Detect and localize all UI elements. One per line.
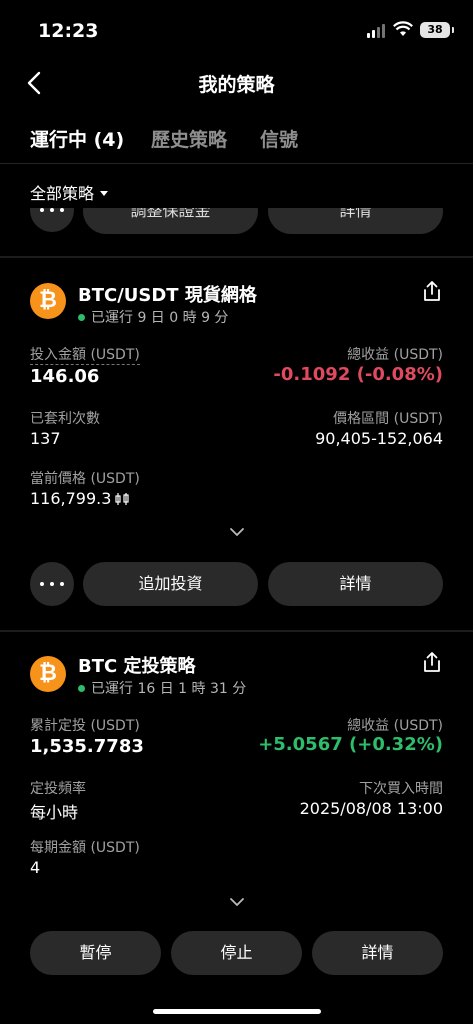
strategy-filter[interactable]: 全部策略 bbox=[30, 180, 109, 204]
profit-label: 總收益 (USDT) bbox=[347, 347, 443, 363]
add-investment-button[interactable]: 追加投資 bbox=[83, 562, 258, 606]
status-dot-icon bbox=[78, 684, 85, 692]
current-price-label: 當前價格 (USDT) bbox=[30, 471, 140, 487]
grid-strategy-card: ₿ BTC/USDT 現貨網格 已運行 9 日 0 時 9 分 投入金額 (US… bbox=[0, 258, 473, 630]
current-price-value: 116,799.3 bbox=[30, 489, 112, 508]
pause-button[interactable]: 暫停 bbox=[30, 931, 161, 975]
frequency-label: 定投頻率 bbox=[30, 781, 86, 797]
invest-label-text[interactable]: 投入金額 (USDT) bbox=[30, 347, 140, 365]
running-duration: 已運行 16 日 1 時 31 分 bbox=[91, 681, 247, 697]
candlestick-icon[interactable] bbox=[114, 491, 130, 507]
profit-label: 總收益 (USDT) bbox=[347, 718, 443, 734]
accumulated-label: 累計定投 (USDT) bbox=[30, 718, 140, 734]
status-time: 12:23 bbox=[38, 20, 99, 42]
running-status: 已運行 9 日 0 時 9 分 bbox=[78, 307, 228, 327]
price-range-value: 90,405-152,064 bbox=[315, 429, 443, 448]
wifi-icon bbox=[393, 21, 413, 36]
tab-bar: 運行中 (4) 歷史策略 信號 bbox=[0, 112, 473, 164]
detail-button[interactable]: 詳情 bbox=[268, 208, 443, 234]
invest-value: 146.06 bbox=[30, 366, 100, 387]
dca-strategy-card: ₿ BTC 定投策略 已運行 16 日 1 時 31 分 累計定投 (USDT)… bbox=[0, 632, 473, 1002]
chevron-down-icon[interactable] bbox=[229, 897, 245, 907]
more-button[interactable] bbox=[30, 208, 74, 232]
frequency-value: 每小時 bbox=[30, 803, 79, 822]
cellular-signal-icon bbox=[367, 24, 387, 38]
per-period-value: 4 bbox=[30, 858, 41, 877]
stop-button[interactable]: 停止 bbox=[171, 931, 302, 975]
tab-signals[interactable]: 信號 bbox=[260, 125, 298, 152]
share-icon[interactable] bbox=[421, 651, 443, 673]
invest-label: 投入金額 (USDT) bbox=[30, 344, 140, 365]
page-title: 我的策略 bbox=[198, 74, 275, 96]
status-bar: 12:23 38 bbox=[0, 0, 473, 58]
nav-bar: 我的策略 bbox=[0, 58, 473, 110]
battery-icon: 38 bbox=[420, 22, 454, 38]
tab-running[interactable]: 運行中 (4) bbox=[30, 125, 124, 152]
accumulated-value: 1,535.7783 bbox=[30, 736, 144, 757]
price-range-label: 價格區間 (USDT) bbox=[333, 411, 443, 427]
strategy-title: BTC/USDT 現貨網格 bbox=[78, 285, 257, 306]
detail-button[interactable]: 詳情 bbox=[312, 931, 443, 975]
profit-value: -0.1092 (-0.08%) bbox=[273, 364, 443, 385]
per-period-label: 每期金額 (USDT) bbox=[30, 840, 140, 856]
current-price-row: 116,799.3 bbox=[30, 489, 130, 508]
arbitrage-count-label: 已套利次數 bbox=[30, 411, 100, 427]
profit-value: +5.0567 (+0.32%) bbox=[258, 734, 443, 755]
caret-down-icon bbox=[100, 190, 109, 196]
next-buy-label: 下次買入時間 bbox=[359, 781, 443, 797]
more-button[interactable] bbox=[30, 562, 74, 606]
detail-button[interactable]: 詳情 bbox=[268, 562, 443, 606]
arbitrage-count-value: 137 bbox=[30, 429, 61, 448]
share-icon[interactable] bbox=[421, 280, 443, 302]
next-buy-value: 2025/08/08 13:00 bbox=[299, 799, 443, 818]
bitcoin-icon: ₿ bbox=[30, 656, 66, 692]
running-status: 已運行 16 日 1 時 31 分 bbox=[78, 678, 246, 698]
tab-history[interactable]: 歷史策略 bbox=[151, 125, 227, 152]
running-duration: 已運行 9 日 0 時 9 分 bbox=[91, 310, 229, 326]
status-dot-icon bbox=[78, 313, 85, 321]
strategy-title: BTC 定投策略 bbox=[78, 656, 196, 677]
chevron-down-icon[interactable] bbox=[229, 527, 245, 537]
home-indicator[interactable] bbox=[153, 1009, 321, 1014]
previous-card-actions: 調整保證金 詳情 bbox=[0, 208, 473, 234]
adjust-margin-button[interactable]: 調整保證金 bbox=[83, 208, 258, 234]
bitcoin-icon: ₿ bbox=[30, 283, 66, 319]
filter-label: 全部策略 bbox=[30, 184, 95, 203]
